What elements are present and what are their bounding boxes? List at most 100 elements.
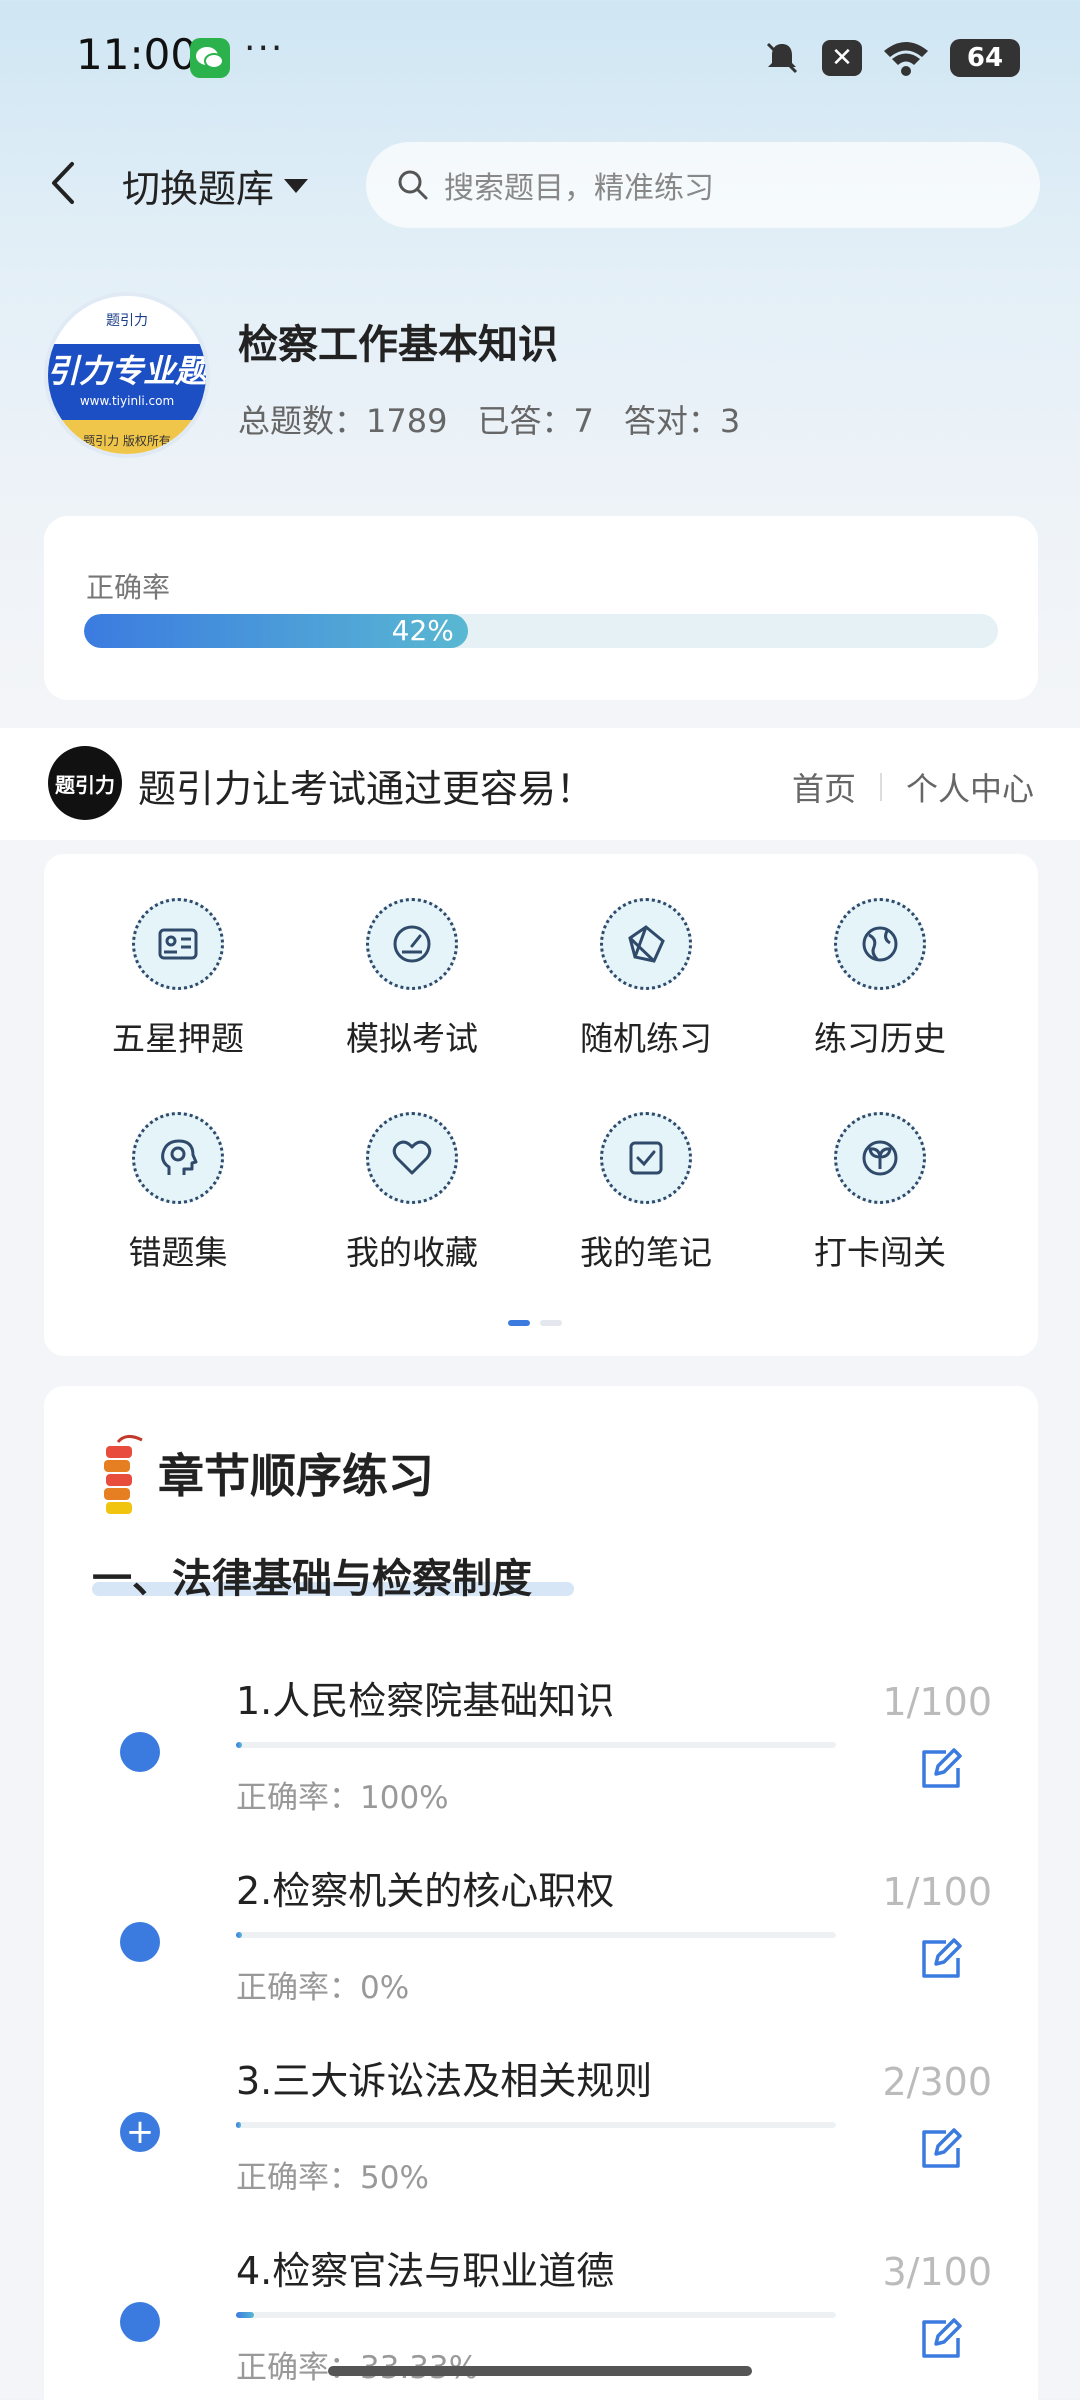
chapter-row[interactable]: 4.检察官法与职业道德 正确率：33.33% 3/100	[44, 2240, 1038, 2400]
edit-icon[interactable]	[916, 2314, 966, 2364]
bank-title: 检察工作基本知识	[238, 322, 558, 368]
home-link[interactable]: 首页	[792, 764, 856, 810]
grid-label: 五星押题	[112, 1019, 244, 1058]
gauge-icon	[366, 898, 458, 990]
search-input[interactable]: 搜索题目，精准练习	[366, 142, 1040, 228]
chapter-count: 1/100	[882, 1870, 992, 1914]
caret-down-icon	[284, 178, 309, 193]
accuracy-card: 正确率 42%	[44, 516, 1038, 700]
chapter-progress-bar	[236, 2122, 836, 2128]
grid-item-wrong-questions[interactable]: 错题集	[68, 1112, 288, 1274]
chapter-status-dot[interactable]	[120, 1732, 160, 1772]
page-dot-active	[508, 1320, 530, 1326]
edit-icon[interactable]	[916, 1744, 966, 1794]
chapter-count: 3/100	[882, 2250, 992, 2294]
promo-links: 首页 个人中心	[792, 764, 1034, 810]
logo-url-text: www.tiyinli.com	[48, 394, 206, 420]
search-placeholder: 搜索题目，精准练习	[444, 171, 714, 206]
chapter-row[interactable]: + 3.三大诉讼法及相关规则 正确率：50% 2/300	[44, 2050, 1038, 2240]
wifi-icon	[884, 42, 928, 76]
chapter-name: 1.人民检察院基础知识	[236, 1679, 615, 1723]
chapter-accuracy: 正确率：50%	[236, 2160, 429, 2196]
grid-label: 模拟考试	[346, 1019, 478, 1058]
chapter-progress-fill	[236, 1932, 242, 1938]
accuracy-percent: 42%	[391, 614, 454, 647]
switch-bank-dropdown[interactable]: 切换题库	[122, 158, 309, 213]
logo-top-text: 题引力	[48, 296, 206, 344]
status-time: 11:00	[76, 30, 198, 79]
wechat-icon	[190, 38, 230, 78]
home-indicator[interactable]	[328, 2366, 752, 2376]
firecracker-icon	[104, 1435, 143, 1514]
id-card-icon	[132, 898, 224, 990]
accuracy-progress-bar: 42%	[84, 614, 998, 648]
chapter-expand-dot[interactable]: +	[120, 2112, 160, 2152]
logo-band-text: 引力专业题	[48, 344, 206, 394]
chapter-row[interactable]: 1.人民检察院基础知识 正确率：100% 1/100	[44, 1670, 1038, 1860]
promo-bar: 题引力 题引力让考试通过更容易！ 首页 个人中心	[0, 728, 1080, 840]
sprout-icon	[834, 1112, 926, 1204]
heart-icon	[366, 1112, 458, 1204]
grid-label: 我的笔记	[580, 1233, 712, 1272]
grid-item-favorites[interactable]: 我的收藏	[302, 1112, 522, 1274]
grid-label: 练习历史	[814, 1019, 946, 1058]
grid-item-checkin[interactable]: 打卡闯关	[770, 1112, 990, 1274]
chapter-status-dot[interactable]	[120, 2302, 160, 2342]
grid-item-notes[interactable]: 我的笔记	[536, 1112, 756, 1274]
chapter-practice-title: 章节顺序练习	[158, 1449, 434, 1503]
edit-icon[interactable]	[916, 1934, 966, 1984]
chapter-progress-bar	[236, 2312, 836, 2318]
chapter-count: 1/100	[882, 1680, 992, 1724]
chapter-progress-fill	[236, 2122, 241, 2128]
note-check-icon	[600, 1112, 692, 1204]
promo-slogan: 题引力让考试通过更容易！	[138, 767, 595, 811]
grid-label: 我的收藏	[346, 1233, 478, 1272]
back-button[interactable]	[44, 158, 84, 208]
search-icon	[398, 170, 428, 200]
grid-item-history[interactable]: 练习历史	[770, 898, 990, 1060]
grid-item-five-star[interactable]: 五星押题	[68, 898, 288, 1060]
chapter-practice-card: 章节顺序练习 一、法律基础与检察制度 1.人民检察院基础知识 正确率：100% …	[44, 1386, 1038, 2400]
chapter-count: 2/300	[882, 2060, 992, 2104]
chapter-name: 3.三大诉讼法及相关规则	[236, 2059, 653, 2103]
question-bank-logo: 题引力 引力专业题 www.tiyinli.com 题引力 版权所有	[44, 292, 210, 458]
grid-item-mock-exam[interactable]: 模拟考试	[302, 898, 522, 1060]
accuracy-label: 正确率	[86, 571, 171, 604]
status-icons: ✕ 64	[762, 38, 1020, 78]
chapter-accuracy: 正确率：0%	[236, 1970, 410, 2006]
logo-copyright-text: 题引力 版权所有	[48, 420, 206, 454]
profile-link[interactable]: 个人中心	[906, 764, 1034, 810]
brain-head-icon	[132, 1112, 224, 1204]
page-indicator	[508, 1320, 562, 1326]
grid-item-random-practice[interactable]: 随机练习	[536, 898, 756, 1060]
total-questions: 总题数：1789	[238, 402, 448, 440]
close-box-icon: ✕	[822, 40, 862, 76]
globe-icon	[834, 898, 926, 990]
grid-label: 打卡闯关	[814, 1233, 946, 1272]
accuracy-progress-fill: 42%	[84, 614, 468, 648]
more-notifications-icon: ···	[244, 28, 285, 69]
divider	[879, 773, 882, 801]
chapter-status-dot[interactable]	[120, 1922, 160, 1962]
chapter-progress-bar	[236, 1932, 836, 1938]
chapter-row[interactable]: 2.检察机关的核心职权 正确率：0% 1/100	[44, 1860, 1038, 2050]
shuffle-icon	[600, 898, 692, 990]
chapter-name: 4.检察官法与职业道德	[236, 2249, 615, 2293]
battery-indicator: 64	[950, 39, 1020, 77]
chapter-accuracy: 正确率：33.33%	[236, 2342, 478, 2387]
chapter-header: 章节顺序练习	[98, 1428, 434, 1518]
switch-bank-label: 切换题库	[122, 167, 275, 211]
chapter-accuracy: 正确率：100%	[236, 1780, 449, 1816]
answered-count: 已答：7	[477, 402, 594, 440]
page-dot	[540, 1320, 562, 1326]
edit-icon[interactable]	[916, 2124, 966, 2174]
bell-off-icon	[766, 42, 798, 74]
chapter-name: 2.检察机关的核心职权	[236, 1869, 615, 1913]
section-title: 一、法律基础与检察制度	[92, 1556, 532, 1602]
chapter-progress-fill	[236, 2312, 254, 2318]
grid-label: 错题集	[128, 1233, 228, 1272]
feature-grid: 五星押题 模拟考试 随机练习 练习历史 错题集 我的收藏 我的笔记 打卡闯关	[44, 854, 1038, 1356]
bank-stats: 总题数：1789 已答：7 答对：3	[238, 396, 740, 442]
brand-logo: 题引力	[48, 746, 122, 820]
correct-count: 答对：3	[623, 402, 741, 440]
